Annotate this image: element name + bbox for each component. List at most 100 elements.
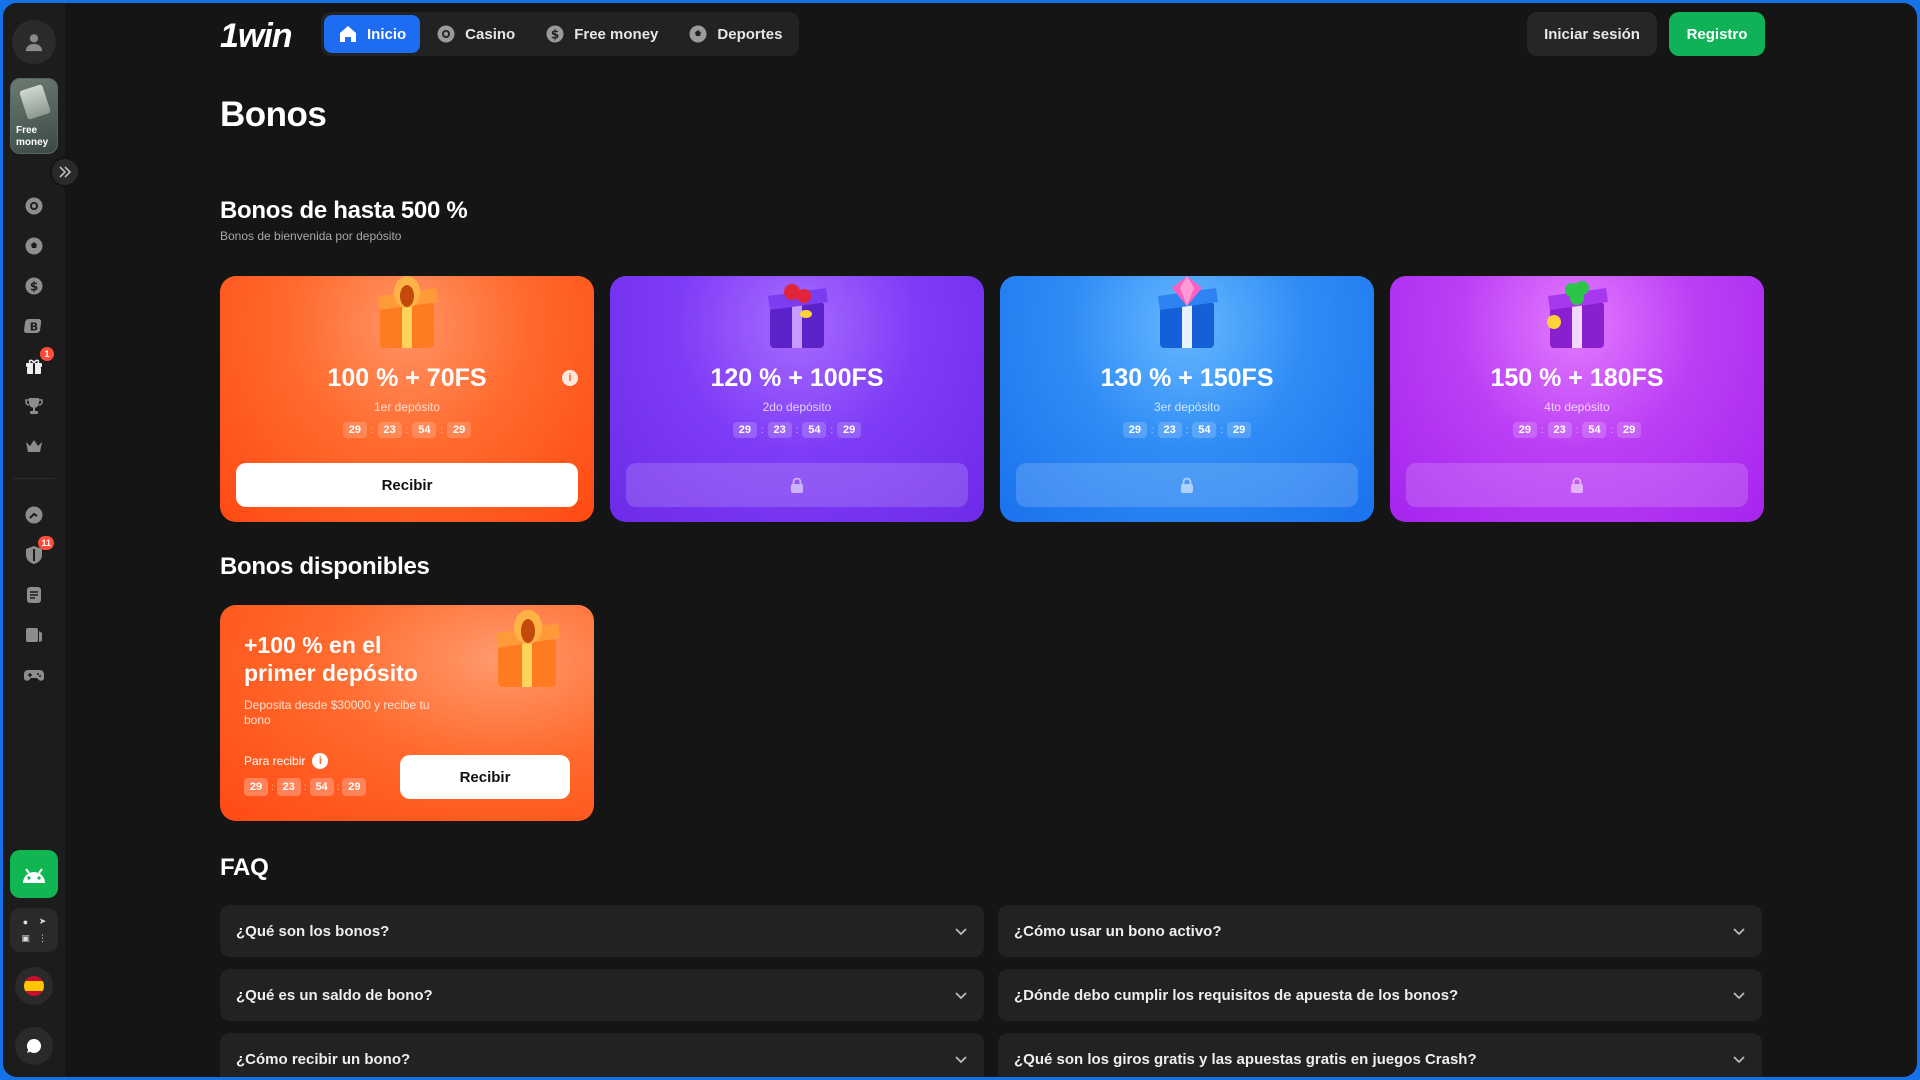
instagram-icon[interactable]: ▣: [18, 931, 33, 946]
sidebar-expand-button[interactable]: [50, 157, 80, 187]
locked-bonus-button: [626, 463, 968, 507]
shield-badge: 11: [38, 536, 54, 550]
timer-minutes: 54: [1582, 422, 1607, 438]
nav-label: Free money: [574, 25, 659, 43]
double-chevron-right-icon: [59, 166, 72, 178]
sidebar-item-free-money[interactable]: $: [22, 274, 46, 298]
gamepad-icon: [24, 670, 44, 681]
login-button[interactable]: Iniciar sesión: [1527, 12, 1657, 56]
faq-item[interactable]: ¿Qué es un saldo de bono?: [220, 969, 984, 1021]
timer-days: 29: [732, 422, 757, 438]
sidebar-item-sports[interactable]: [22, 234, 46, 258]
bonus-subtitle: 4to depósito: [1544, 400, 1610, 414]
register-button[interactable]: Registro: [1669, 12, 1765, 56]
available-section-title: Bonos disponibles: [220, 553, 430, 580]
sidebar-item-stats[interactable]: [22, 503, 46, 527]
sidebar-item-rules[interactable]: [22, 583, 46, 607]
timer-hours: 23: [1547, 422, 1572, 438]
document-icon: [27, 587, 41, 603]
soccer-ball-icon: [689, 25, 707, 43]
timer-separator: :: [1610, 424, 1614, 436]
deposit-section-subtitle: Bonos de bienvenida por depósito: [220, 229, 402, 243]
faq-question: ¿Dónde debo cumplir los requisitos de ap…: [1014, 986, 1459, 1004]
timer-separator: :: [370, 424, 374, 436]
sidebar-item-vip[interactable]: [22, 434, 46, 458]
sidebar-item-security[interactable]: 11: [22, 536, 54, 567]
bonus-card-1: 100 % + 70FS i 1er depósito 29: 23: 54: …: [220, 276, 594, 522]
lock-icon: [1181, 477, 1193, 493]
support-chat-button[interactable]: [15, 1027, 53, 1065]
available-bonus-description: Deposita desde $30000 y recibe tu bono: [244, 698, 430, 727]
timer-seconds: 29: [447, 422, 472, 438]
sidebar-item-tournaments[interactable]: [22, 394, 46, 418]
timer-separator: :: [336, 781, 340, 793]
sidebar-item-bonuses[interactable]: 1: [22, 347, 54, 378]
lock-icon: [791, 477, 803, 493]
gift-box-icon: [496, 610, 560, 687]
language-selector[interactable]: [15, 967, 53, 1005]
nav-deportes[interactable]: Deportes: [674, 15, 796, 53]
receive-bonus-button[interactable]: Recibir: [400, 755, 570, 799]
timer-separator: :: [1575, 424, 1579, 436]
faq-item[interactable]: ¿Qué son los bonos?: [220, 905, 984, 957]
sidebar-item-live[interactable]: [22, 623, 46, 647]
free-money-tile[interactable]: Free money: [10, 78, 58, 154]
timer-minutes: 54: [412, 422, 437, 438]
timer-separator: :: [830, 424, 834, 436]
info-icon[interactable]: i: [562, 370, 578, 386]
lock-icon: [1571, 477, 1583, 493]
nav-casino[interactable]: Casino: [422, 15, 529, 53]
nav-label: Inicio: [367, 25, 407, 43]
soccer-ball-icon: [25, 237, 43, 255]
timer-minutes: 54: [309, 778, 334, 796]
timer-seconds: 29: [1227, 422, 1252, 438]
timer-label: Para recibir i: [244, 753, 329, 769]
faq-question: ¿Qué son los giros gratis y las apuestas…: [1014, 1050, 1477, 1068]
timer-seconds: 29: [342, 778, 367, 796]
faq-item[interactable]: ¿Cómo recibir un bono?: [220, 1033, 984, 1077]
brand-logo[interactable]: 1win: [220, 17, 293, 56]
faq-item[interactable]: ¿Cómo usar un bono activo?: [998, 905, 1762, 957]
info-icon[interactable]: i: [312, 753, 329, 769]
bonus-title: 120 % + 100FS: [710, 364, 884, 392]
timer-separator: :: [1185, 424, 1189, 436]
receive-bonus-button[interactable]: Recibir: [236, 463, 578, 507]
nav-inicio[interactable]: Inicio: [324, 15, 421, 53]
bonus-subtitle: 1er depósito: [373, 400, 441, 414]
free-money-label: Free money: [16, 125, 49, 148]
chevron-down-icon: [955, 1056, 967, 1064]
sidebar-item-games[interactable]: [22, 663, 46, 687]
chevron-down-icon: [1733, 992, 1745, 1000]
timer-label-text: Para recibir: [244, 754, 306, 768]
page-title: Bonos: [220, 95, 327, 134]
timer-hours: 23: [1157, 422, 1182, 438]
timer-days: 29: [244, 778, 268, 796]
countdown-timer: 29: 23: 54: 29: [610, 422, 984, 438]
sidebar-item-bets[interactable]: B: [22, 314, 46, 338]
top-nav: Inicio Casino $ Free money Deportes: [321, 12, 800, 56]
faq-item[interactable]: ¿Dónde debo cumplir los requisitos de ap…: [998, 969, 1762, 1021]
timer-separator: :: [405, 424, 409, 436]
telegram-icon[interactable]: ➤: [35, 914, 50, 929]
bonus-subtitle: 3er depósito: [1153, 400, 1221, 414]
whatsapp-icon[interactable]: ●: [18, 914, 33, 929]
user-icon: [25, 34, 43, 52]
chevron-down-icon: [1733, 928, 1745, 936]
chevron-down-icon: [955, 928, 967, 936]
dollar-coin-icon: $: [25, 277, 43, 295]
timer-days: 29: [1512, 422, 1537, 438]
nav-free-money[interactable]: $ Free money: [531, 15, 672, 53]
sidebar-item-casino[interactable]: [22, 194, 46, 218]
timer-separator: :: [271, 781, 274, 793]
android-app-button[interactable]: [10, 850, 58, 898]
casino-chip-icon: [437, 25, 455, 43]
more-icon[interactable]: ⋮: [35, 931, 50, 946]
timer-separator: :: [1150, 424, 1154, 436]
faq-item[interactable]: ¿Qué son los giros gratis y las apuestas…: [998, 1033, 1762, 1077]
profile-avatar[interactable]: [12, 20, 56, 64]
svg-text:$: $: [30, 280, 38, 294]
available-bonus-title: +100 % en el primer depósito: [244, 632, 418, 686]
money-bill-icon: [18, 84, 52, 120]
timer-hours: 23: [377, 422, 402, 438]
bonus-title: 100 % + 70FS: [327, 364, 487, 392]
